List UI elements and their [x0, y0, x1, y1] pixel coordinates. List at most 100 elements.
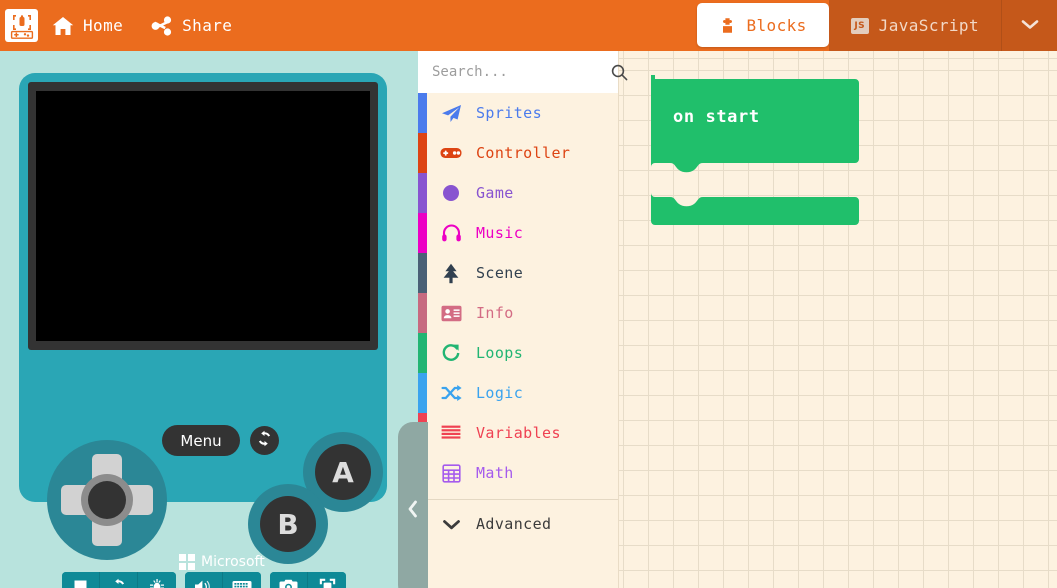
bug-icon: [149, 578, 165, 588]
category-label: Sprites: [476, 104, 543, 122]
paper-plane-icon: [440, 102, 462, 124]
dpad-center-button[interactable]: [88, 481, 126, 519]
toolbox-category-info[interactable]: Info: [418, 293, 618, 333]
search-icon[interactable]: [611, 64, 628, 81]
toolbox-category-advanced[interactable]: Advanced: [418, 504, 618, 544]
fullscreen-button[interactable]: [308, 572, 346, 588]
toolbox-divider: [418, 499, 618, 500]
chevron-left-icon: [406, 498, 420, 524]
menu-button[interactable]: Menu: [162, 425, 240, 456]
volume-icon: [194, 579, 213, 588]
restart-button[interactable]: [100, 572, 138, 588]
category-label: Advanced: [476, 515, 552, 533]
screenshot-button[interactable]: [270, 572, 308, 588]
fullscreen-icon: [319, 578, 336, 588]
dpad[interactable]: [47, 440, 167, 560]
console-reset-button[interactable]: [250, 426, 279, 455]
toolbox-category-controller[interactable]: Controller: [418, 133, 618, 173]
category-label: Loops: [476, 344, 524, 362]
toolbox-category-loops[interactable]: Loops: [418, 333, 618, 373]
arcade-console: Menu A B Microsoft: [19, 73, 387, 570]
simulator-run-group: [62, 572, 176, 588]
home-button[interactable]: Home: [38, 0, 137, 51]
blocks-workspace[interactable]: on start: [619, 51, 1057, 588]
simulator-screen[interactable]: [36, 91, 370, 341]
category-color-stripe: [418, 93, 427, 133]
gamepad-icon: [440, 142, 462, 164]
mute-button[interactable]: [185, 572, 223, 588]
toolbox-category-music[interactable]: Music: [418, 213, 618, 253]
home-label: Home: [83, 16, 124, 35]
refresh-icon: [256, 430, 273, 451]
search-input[interactable]: [432, 64, 611, 80]
share-icon: [151, 15, 173, 37]
tab-blocks[interactable]: Blocks: [697, 3, 829, 47]
puzzle-icon: [719, 17, 736, 34]
shuffle-icon: [440, 382, 462, 404]
makecode-arcade-logo[interactable]: [5, 9, 38, 42]
tab-javascript[interactable]: JS JavaScript: [828, 0, 1001, 51]
screen-bezel: [28, 82, 378, 350]
tab-javascript-label: JavaScript: [878, 16, 979, 35]
keyboard-controls-button[interactable]: [223, 572, 261, 588]
app-header: Home Share Blocks JS JavaScript: [0, 0, 1057, 51]
blocks-toolbox: Sprites Controller Game: [418, 51, 628, 588]
menu-button-label: Menu: [180, 431, 222, 450]
block-on-start[interactable]: on start: [651, 69, 863, 229]
category-label: Logic: [476, 384, 524, 402]
category-color-stripe: [418, 293, 427, 333]
collapse-simulator-handle[interactable]: [398, 422, 428, 588]
stop-square-icon: [73, 579, 88, 588]
toolbox-category-logic[interactable]: Logic: [418, 373, 618, 413]
category-color-stripe: [418, 133, 427, 173]
toolbox-category-sprites[interactable]: Sprites: [418, 93, 618, 133]
tab-blocks-label: Blocks: [746, 15, 807, 35]
toolbox-category-math[interactable]: Math: [418, 453, 618, 493]
category-label: Math: [476, 464, 514, 482]
category-label: Game: [476, 184, 514, 202]
share-label: Share: [182, 16, 233, 35]
category-color-stripe: [418, 213, 427, 253]
simulator-toolbar: [62, 572, 346, 588]
refresh-icon: [110, 578, 127, 588]
toolbox-category-variables[interactable]: Variables: [418, 413, 618, 453]
editor-language-dropdown[interactable]: [1001, 0, 1057, 51]
loop-arrow-icon: [440, 342, 462, 364]
share-button[interactable]: Share: [137, 0, 246, 51]
headphones-icon: [440, 222, 462, 244]
simulator-pane: Menu A B Microsoft: [0, 51, 428, 588]
microsoft-brand-label: Microsoft: [201, 554, 265, 570]
js-icon: JS: [850, 17, 869, 34]
editor-tabs: Blocks JS JavaScript: [697, 0, 1057, 51]
tree-icon: [440, 262, 462, 284]
calculator-icon: [440, 462, 462, 484]
makecode-arcade-editor: Home Share Blocks JS JavaScript Menu A B…: [0, 0, 1057, 588]
category-label: Controller: [476, 144, 571, 162]
id-card-icon: [440, 302, 462, 324]
microsoft-brand: Microsoft: [179, 554, 265, 570]
category-color-stripe: [418, 333, 427, 373]
list-lines-icon: [440, 422, 462, 444]
simulator-media-group: [185, 572, 261, 588]
category-label: Music: [476, 224, 524, 242]
category-label: Scene: [476, 264, 524, 282]
button-a[interactable]: A: [315, 444, 371, 500]
button-b-label: B: [277, 507, 299, 541]
toolbox-category-game[interactable]: Game: [418, 173, 618, 213]
toolbox-search[interactable]: [418, 51, 628, 93]
toolbox-category-scene[interactable]: Scene: [418, 253, 618, 293]
category-label: Variables: [476, 424, 561, 442]
button-a-label: A: [332, 455, 354, 489]
simulator-capture-group: [270, 572, 346, 588]
stop-button[interactable]: [62, 572, 100, 588]
camera-icon: [279, 579, 298, 588]
circle-icon: [440, 182, 462, 204]
chevron-down-icon: [1019, 16, 1041, 35]
debug-button[interactable]: [138, 572, 176, 588]
button-b[interactable]: B: [260, 496, 316, 552]
toolbox-category-list: Sprites Controller Game Music Scene Info…: [418, 93, 618, 544]
category-label: Info: [476, 304, 514, 322]
microsoft-squares-icon: [179, 554, 195, 570]
chevron-down-icon: [440, 513, 462, 535]
keyboard-icon: [232, 579, 252, 588]
